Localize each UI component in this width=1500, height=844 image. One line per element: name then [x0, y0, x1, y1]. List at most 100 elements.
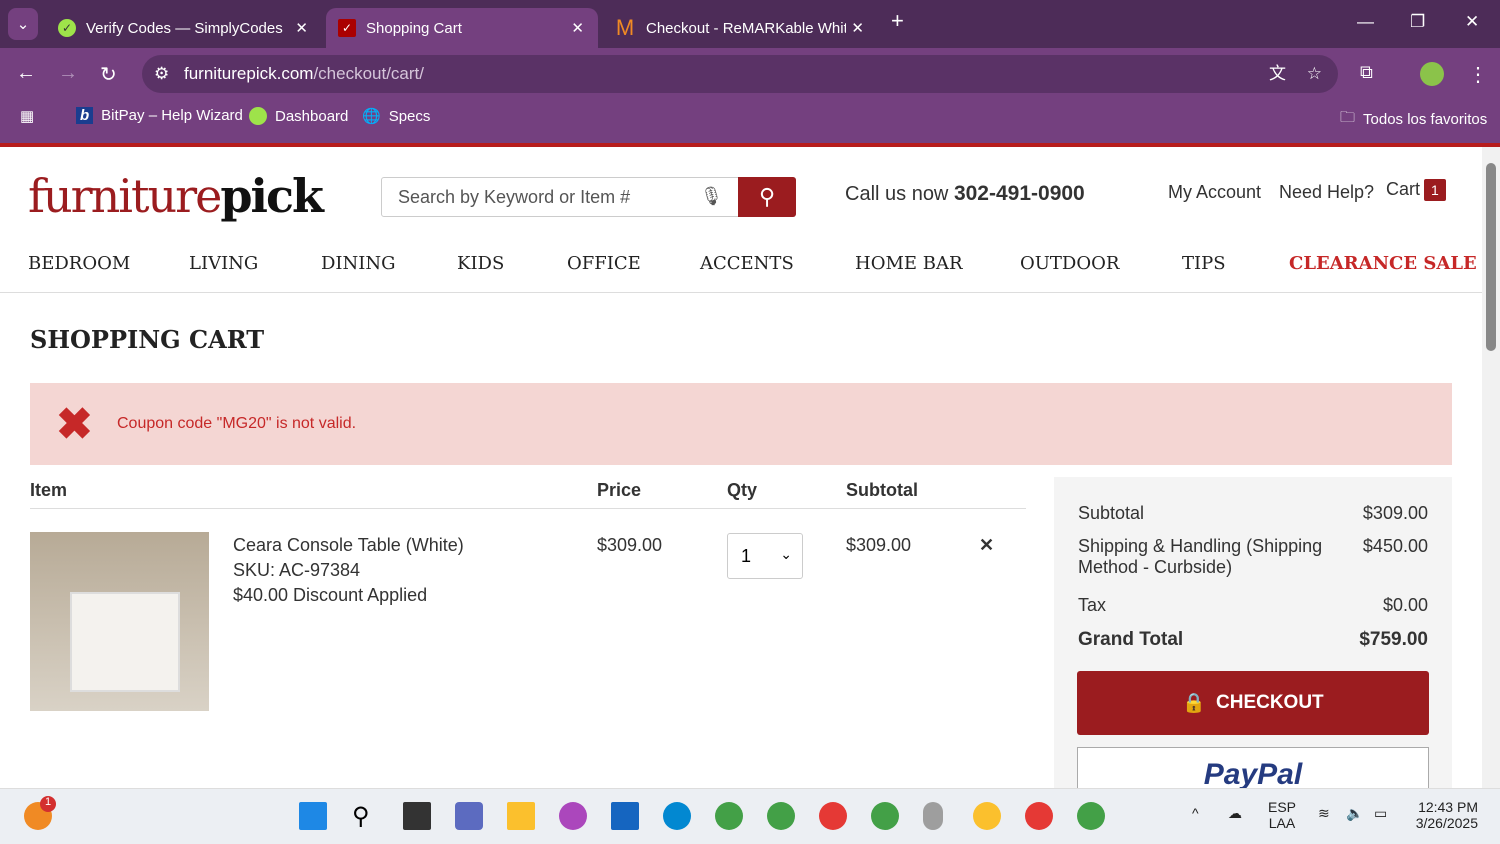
furniturepick-icon: ✓ [338, 19, 356, 37]
back-button[interactable]: ← [16, 62, 36, 85]
chrome-icon[interactable] [973, 802, 1001, 830]
checkout-button[interactable]: 🔒 CHECKOUT [1077, 671, 1429, 735]
mouse-app-icon[interactable] [923, 802, 943, 830]
phone-number[interactable]: 302-491-0900 [954, 182, 1085, 205]
all-bookmarks[interactable]: 🗀 Todos los favoritos [1340, 107, 1487, 132]
header-item: Item [30, 480, 68, 500]
product-sku: SKU: AC-97384 [233, 560, 361, 580]
chrome-icon[interactable] [715, 802, 743, 830]
teams-icon[interactable] [455, 802, 483, 830]
bookmark-dashboard[interactable]: Dashboard [249, 107, 348, 125]
chrome-icon[interactable] [767, 802, 795, 830]
close-tab-icon[interactable]: ✕ [295, 19, 308, 37]
order-summary: Subtotal $309.00 Shipping & Handling (Shi… [1054, 477, 1452, 788]
task-view-icon[interactable] [403, 802, 431, 830]
close-tab-icon[interactable]: ✕ [851, 19, 864, 37]
chevron-down-icon: ⌄ [780, 546, 792, 562]
taskbar: 1 ⚲ ^ ☁ ESP LAA ≋ 🔈 ▭ 12:43 PM 3/26/2025 [0, 788, 1500, 844]
folder-icon: 🗀 [1340, 109, 1356, 126]
header-qty: Qty [727, 480, 758, 500]
browser-chrome: ⌄ ✓ Verify Codes — SimplyCodes ✕ ✓ Shopping… [0, 0, 1500, 143]
paypal-button[interactable]: PayPal [1077, 747, 1429, 788]
menu-icon[interactable]: ⋮ [1468, 62, 1488, 87]
address-bar[interactable]: ⚙ furniturepick.com/checkout/cart/ 文 ☆ [142, 55, 1338, 93]
globe-icon: 🌐 [362, 108, 381, 125]
forward-button[interactable]: → [58, 62, 78, 85]
my-account-link[interactable]: My Account [1168, 182, 1261, 203]
page-title: SHOPPING CART [30, 325, 265, 354]
store-icon[interactable] [611, 802, 639, 830]
close-window-button[interactable]: ✕ [1465, 12, 1479, 32]
translate-icon[interactable]: 文 [1269, 55, 1286, 93]
remove-item-icon[interactable]: ✕ [979, 535, 994, 556]
cart-count-badge: 1 [1424, 179, 1446, 201]
extensions-icon[interactable]: ⧉ [1360, 62, 1373, 83]
bookmark-specs[interactable]: 🌐 Specs [362, 107, 430, 126]
bookmark-star-icon[interactable]: ☆ [1307, 55, 1322, 93]
divider [30, 508, 1026, 509]
clock[interactable]: 12:43 PM 3/26/2025 [1410, 799, 1478, 831]
battery-icon[interactable]: ▭ [1374, 805, 1387, 822]
simplycodes-icon [249, 107, 267, 125]
minimize-button[interactable]: — [1357, 12, 1374, 32]
onedrive-icon[interactable]: ☁ [1228, 805, 1242, 822]
apps-icon[interactable]: ▦ [20, 107, 34, 125]
tab-bar: ⌄ ✓ Verify Codes — SimplyCodes ✕ ✓ Shopping… [0, 0, 1500, 48]
menu-clearance-sale[interactable]: CLEARANCE SALE [1289, 253, 1477, 274]
menu-accents[interactable]: ACCENTS [700, 253, 794, 274]
close-tab-icon[interactable]: ✕ [571, 19, 584, 37]
error-alert: ✖ Coupon code "MG20" is not valid. [30, 383, 1452, 465]
search-button[interactable]: ⚲ [738, 177, 796, 217]
show-hidden-icons[interactable]: ^ [1192, 805, 1199, 821]
new-tab-button[interactable]: + [891, 8, 904, 34]
menu-bedroom[interactable]: BEDROOM [28, 253, 130, 274]
menu-home-bar[interactable]: HOME BAR [855, 253, 963, 274]
file-explorer-icon[interactable] [507, 802, 535, 830]
scrollbar[interactable] [1482, 147, 1500, 788]
language-indicator[interactable]: ESP LAA [1268, 799, 1296, 831]
copilot-icon[interactable] [559, 802, 587, 830]
menu-kids[interactable]: KIDS [457, 253, 504, 274]
volume-icon[interactable]: 🔈 [1346, 805, 1363, 822]
header-subtotal: Subtotal [846, 480, 918, 500]
microphone-icon[interactable]: 🎙 [700, 186, 723, 207]
simplycodes-icon: ✓ [58, 19, 76, 37]
menu-living[interactable]: LIVING [189, 253, 258, 274]
page-content: furniturepick Search by Keyword or Item … [0, 147, 1482, 788]
bitpay-icon: b [76, 107, 94, 124]
tab-verify-codes[interactable]: ✓ Verify Codes — SimplyCodes ✕ [46, 8, 322, 48]
edge-icon[interactable] [663, 802, 691, 830]
quantity-select[interactable]: 1 ⌄ [727, 533, 803, 579]
lock-icon: 🔒 [1182, 693, 1206, 714]
cart-link[interactable]: Cart 1 [1386, 179, 1446, 201]
header-price: Price [597, 480, 642, 500]
reload-button[interactable]: ↻ [100, 62, 117, 87]
site-info-icon[interactable]: ⚙ [154, 55, 169, 93]
tab-shopping-cart[interactable]: ✓ Shopping Cart ✕ [326, 8, 598, 48]
menu-tips[interactable]: TIPS [1182, 253, 1226, 274]
product-image[interactable] [30, 532, 209, 711]
tab-search-button[interactable]: ⌄ [8, 8, 38, 40]
bookmark-bitpay[interactable]: b BitPay – Help Wizard [76, 107, 243, 124]
need-help-link[interactable]: Need Help? [1279, 182, 1374, 203]
scrollbar-thumb[interactable] [1486, 163, 1496, 351]
start-icon[interactable] [299, 802, 327, 830]
menu-outdoor[interactable]: OUTDOOR [1020, 253, 1119, 274]
weather-icon[interactable]: 1 [24, 796, 56, 830]
menu-dining[interactable]: DINING [321, 253, 396, 274]
restore-button[interactable]: ❐ [1410, 12, 1425, 32]
search-input[interactable]: Search by Keyword or Item # 🎙 ⚲ [381, 177, 796, 217]
error-x-icon: ✖ [56, 400, 93, 449]
tab-checkout-remarkable[interactable]: M Checkout - ReMARKable Whitel ✕ [602, 8, 878, 48]
chrome-icon[interactable] [819, 802, 847, 830]
search-icon[interactable]: ⚲ [352, 802, 380, 830]
menu-office[interactable]: OFFICE [567, 253, 641, 274]
wifi-icon[interactable]: ≋ [1318, 805, 1330, 822]
chrome-icon[interactable] [1077, 802, 1105, 830]
chrome-icon[interactable] [871, 802, 899, 830]
chrome-icon[interactable] [1025, 802, 1053, 830]
profile-avatar[interactable] [1420, 62, 1444, 86]
product-name[interactable]: Ceara Console Table (White) [233, 535, 464, 556]
item-subtotal: $309.00 [846, 535, 912, 555]
site-logo[interactable]: furniturepick [28, 169, 324, 223]
